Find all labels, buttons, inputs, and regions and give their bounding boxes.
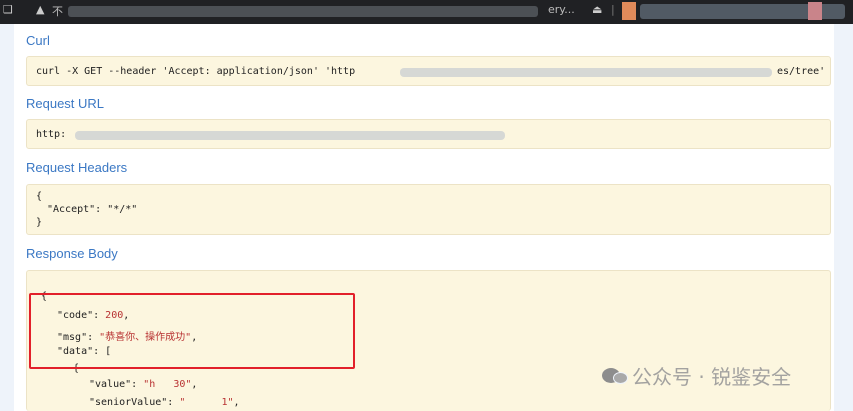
request-url-box: http: (26, 119, 831, 149)
security-warning-icon[interactable]: ▲ (36, 3, 44, 16)
accept-value: "*/*" (107, 204, 138, 215)
request-headers-box: { "Accept": "*/*" } (26, 184, 831, 235)
curl-box: curl -X GET --header 'Accept: applicatio… (26, 56, 831, 86)
toolbar-divider: | (611, 3, 615, 16)
request-url-redaction (75, 131, 505, 140)
curl-title: Curl (26, 33, 50, 48)
highlight-annotation-box (29, 293, 355, 369)
senior-value-end: 1" (221, 397, 234, 408)
value-start: "h (143, 379, 156, 390)
tab-gallery[interactable]: ery... (548, 3, 575, 16)
value-key: "value" (89, 379, 132, 390)
address-text[interactable]: 不 (52, 3, 63, 19)
headers-open-brace: { (36, 191, 43, 202)
curl-command-start: curl -X GET --header 'Accept: applicatio… (36, 66, 356, 77)
browser-toolbar: ❑ ▲ 不 ery... ⏏ | (0, 0, 853, 24)
value-end: 30" (173, 379, 192, 390)
request-url-value: http: (36, 129, 67, 140)
curl-url-redaction (400, 68, 772, 77)
response-body-title: Response Body (26, 246, 118, 261)
watermark-text: 公众号 · 锐鉴安全 (632, 364, 792, 389)
accept-colon: : (95, 204, 108, 215)
bookmark-icon[interactable]: ❑ (3, 3, 13, 16)
data-senior-value-line: "seniorValue": " 1", (89, 397, 240, 408)
wechat-watermark: 公众号 · 锐鉴安全 (600, 363, 792, 389)
headers-close-brace: } (36, 217, 43, 228)
headers-accept-line: "Accept": "*/*" (47, 204, 137, 215)
share-icon[interactable]: ⏏ (592, 3, 602, 16)
request-url-title: Request URL (26, 96, 105, 111)
address-redaction (68, 6, 538, 17)
senior-value-key: "seniorValue" (89, 397, 168, 408)
request-headers-title: Request Headers (26, 160, 128, 175)
extension-icon[interactable] (622, 2, 636, 20)
accept-key: "Accept" (47, 204, 96, 215)
data-value-line: "value": "h 30", (89, 379, 198, 390)
wechat-icon (600, 364, 632, 386)
profile-icon[interactable] (808, 2, 822, 20)
curl-command-end: es/tree' (777, 66, 826, 77)
